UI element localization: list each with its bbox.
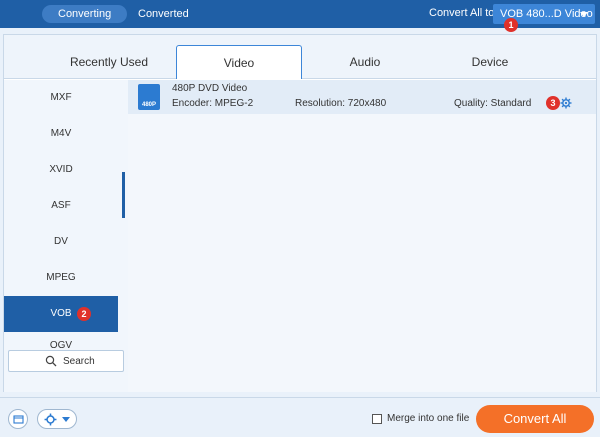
profile-row-480p-dvd[interactable]: 480P 480P DVD Video Encoder: MPEG-2 Reso… bbox=[128, 80, 596, 114]
settings-button[interactable] bbox=[37, 409, 77, 429]
convert-all-label: Convert All to: bbox=[429, 7, 498, 19]
sidebar-scrollbar[interactable] bbox=[122, 172, 125, 218]
sidebar-item-xvid[interactable]: XVID bbox=[4, 152, 118, 188]
merge-checkbox[interactable] bbox=[372, 414, 382, 424]
top-bar: Converting Converted Convert All to: VOB… bbox=[0, 0, 600, 32]
output-folder-button[interactable] bbox=[8, 409, 28, 429]
step-badge-2: 2 bbox=[77, 307, 91, 321]
format-tabs: Recently Used Video Audio Device bbox=[4, 35, 596, 79]
profile-list: 480P 480P DVD Video Encoder: MPEG-2 Reso… bbox=[128, 80, 596, 392]
chevron-down-icon bbox=[580, 12, 588, 17]
sidebar-item-mpeg[interactable]: MPEG bbox=[4, 260, 118, 296]
format-search-input[interactable]: Search bbox=[8, 350, 124, 372]
sidebar-item-label: VOB bbox=[50, 308, 72, 319]
gear-icon bbox=[44, 413, 57, 426]
sidebar-item-vob[interactable]: VOB bbox=[4, 296, 118, 332]
sidebar-item-mxf[interactable]: MXF bbox=[4, 80, 118, 116]
tab-converting[interactable]: Converting bbox=[42, 5, 128, 23]
profile-name: 480P DVD Video bbox=[172, 83, 248, 94]
search-icon bbox=[45, 355, 57, 367]
gear-icon[interactable] bbox=[560, 97, 572, 109]
tab-converted[interactable]: Converted bbox=[122, 5, 205, 23]
tab-device[interactable]: Device bbox=[428, 45, 552, 79]
sidebar-item-m4v[interactable]: M4V bbox=[4, 116, 118, 152]
sidebar-item-dv[interactable]: DV bbox=[4, 224, 118, 260]
tab-video[interactable]: Video bbox=[176, 45, 302, 79]
convert-all-button[interactable]: Convert All bbox=[476, 405, 594, 433]
profile-resolution: Resolution: 720x480 bbox=[295, 98, 387, 109]
format-sidebar: MXF M4V XVID ASF DV MPEG VOB 2 OGV Searc… bbox=[4, 80, 128, 392]
chevron-down-icon bbox=[62, 417, 70, 422]
tab-recently-used[interactable]: Recently Used bbox=[44, 45, 174, 79]
video-format-icon-label: 480P bbox=[141, 102, 156, 108]
profile-quality: Quality: Standard bbox=[454, 98, 532, 109]
profile-encoder: Encoder: MPEG-2 bbox=[172, 98, 254, 109]
tab-audio[interactable]: Audio bbox=[304, 45, 426, 79]
video-format-icon: 480P bbox=[138, 84, 160, 110]
sidebar-item-asf[interactable]: ASF bbox=[4, 188, 118, 224]
sidebar-item-ogv[interactable]: OGV bbox=[4, 332, 118, 352]
search-label: Search bbox=[63, 356, 95, 367]
format-panel: Recently Used Video Audio Device MXF M4V… bbox=[3, 34, 597, 392]
merge-label: Merge into one file bbox=[387, 413, 470, 424]
step-badge-1: 1 bbox=[504, 18, 518, 32]
step-badge-3: 3 bbox=[546, 96, 560, 110]
folder-icon bbox=[13, 415, 24, 424]
bottom-bar: Merge into one file Convert All bbox=[0, 397, 600, 437]
